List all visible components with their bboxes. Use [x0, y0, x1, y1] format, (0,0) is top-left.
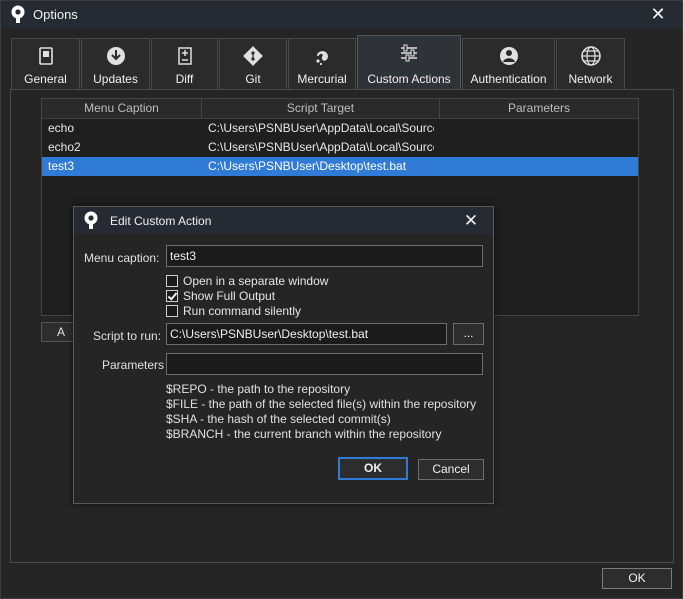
- row-caption: echo2: [48, 140, 81, 154]
- row-caption: test3: [48, 159, 75, 173]
- diff-icon: [177, 47, 192, 65]
- window-title: Options: [33, 7, 78, 22]
- dialog-ok-button[interactable]: OK: [338, 457, 408, 480]
- table-header: Menu Caption Script Target Parameters: [42, 99, 638, 119]
- table-row-selected[interactable]: test3 C:\Users\PSNBUser\Desktop\test.bat: [42, 157, 638, 176]
- checkbox-box: [166, 275, 178, 287]
- column-header[interactable]: Menu Caption: [42, 99, 202, 118]
- checkbox-box: [166, 290, 178, 302]
- globe-icon: [580, 46, 601, 66]
- row-params: [434, 119, 632, 138]
- checkbox-box: [166, 305, 178, 317]
- close-icon[interactable]: ✕: [649, 5, 667, 23]
- custom-actions-icon: [401, 44, 417, 62]
- browse-button[interactable]: ...: [453, 323, 484, 345]
- dialog-title: Edit Custom Action: [110, 214, 212, 228]
- tab-label: General: [24, 72, 67, 86]
- tab-label: Mercurial: [297, 72, 347, 86]
- options-window: Options ✕ General Updates Diff Git Mercu…: [0, 0, 683, 599]
- title-bar: Options ✕: [1, 1, 682, 28]
- close-icon[interactable]: ✕: [462, 212, 480, 230]
- tab-label: Git: [245, 72, 261, 86]
- tab-label: Authentication: [470, 72, 547, 86]
- help-text-file: $FILE - the path of the selected file(s)…: [166, 397, 477, 411]
- open-separate-window-checkbox[interactable]: Open in a separate window: [166, 274, 328, 288]
- parameters-input[interactable]: [166, 353, 483, 375]
- column-header[interactable]: Parameters: [440, 99, 638, 118]
- parameters-label: Parameters: [102, 358, 165, 372]
- tab-bar: General Updates Diff Git Mercurial Custo…: [11, 35, 626, 89]
- script-to-run-label: Script to run:: [93, 329, 162, 343]
- sourcetree-logo-icon: [11, 5, 25, 23]
- tab-label: Network: [568, 72, 613, 86]
- tab-general[interactable]: General: [11, 38, 80, 89]
- tab-label: Updates: [93, 72, 138, 86]
- ok-button[interactable]: OK: [602, 568, 672, 589]
- dialog-title-bar: Edit Custom Action ✕: [74, 207, 493, 234]
- row-target: C:\Users\PSNBUser\AppData\Local\Source: [208, 121, 434, 135]
- tab-git[interactable]: Git: [219, 38, 287, 89]
- download-icon: [106, 47, 125, 65]
- switch-icon: [38, 47, 53, 65]
- table-row[interactable]: echo C:\Users\PSNBUser\AppData\Local\Sou…: [42, 119, 638, 138]
- column-header[interactable]: Script Target: [202, 99, 440, 118]
- row-target: C:\Users\PSNBUser\Desktop\test.bat: [208, 159, 407, 173]
- dialog-cancel-button[interactable]: Cancel: [418, 459, 484, 480]
- help-text-branch: $BRANCH - the current branch within the …: [166, 427, 442, 441]
- row-params: [434, 138, 632, 157]
- tab-diff[interactable]: Diff: [151, 38, 218, 89]
- mercurial-icon: [316, 51, 328, 66]
- row-target: C:\Users\PSNBUser\AppData\Local\Source: [208, 140, 434, 154]
- tab-label: Custom Actions: [367, 72, 451, 86]
- script-path-input[interactable]: C:\Users\PSNBUser\Desktop\test.bat: [166, 323, 447, 345]
- run-silently-checkbox[interactable]: Run command silently: [166, 304, 301, 318]
- tab-label: Diff: [175, 72, 194, 86]
- tab-mercurial[interactable]: Mercurial: [288, 38, 356, 89]
- checkbox-label: Show Full Output: [183, 289, 276, 303]
- tab-network[interactable]: Network: [556, 38, 625, 89]
- table-row[interactable]: echo2 C:\Users\PSNBUser\AppData\Local\So…: [42, 138, 638, 157]
- help-text-sha: $SHA - the hash of the selected commit(s…: [166, 412, 391, 426]
- row-params: [434, 157, 632, 176]
- edit-custom-action-dialog: Edit Custom Action ✕ Menu caption: test3…: [73, 206, 494, 504]
- tab-updates[interactable]: Updates: [81, 38, 150, 89]
- row-caption: echo: [48, 121, 75, 135]
- menu-caption-label: Menu caption:: [84, 251, 160, 265]
- menu-caption-input[interactable]: test3: [166, 245, 483, 267]
- tab-custom-actions[interactable]: Custom Actions: [357, 35, 461, 89]
- show-full-output-checkbox[interactable]: Show Full Output: [166, 289, 275, 303]
- sourcetree-logo-icon: [84, 211, 98, 229]
- user-icon: [499, 47, 518, 65]
- git-icon: [243, 46, 263, 66]
- help-text-repo: $REPO - the path to the repository: [166, 382, 351, 396]
- checkbox-label: Run command silently: [183, 304, 302, 318]
- tab-authentication[interactable]: Authentication: [462, 38, 555, 89]
- checkbox-label: Open in a separate window: [183, 274, 329, 288]
